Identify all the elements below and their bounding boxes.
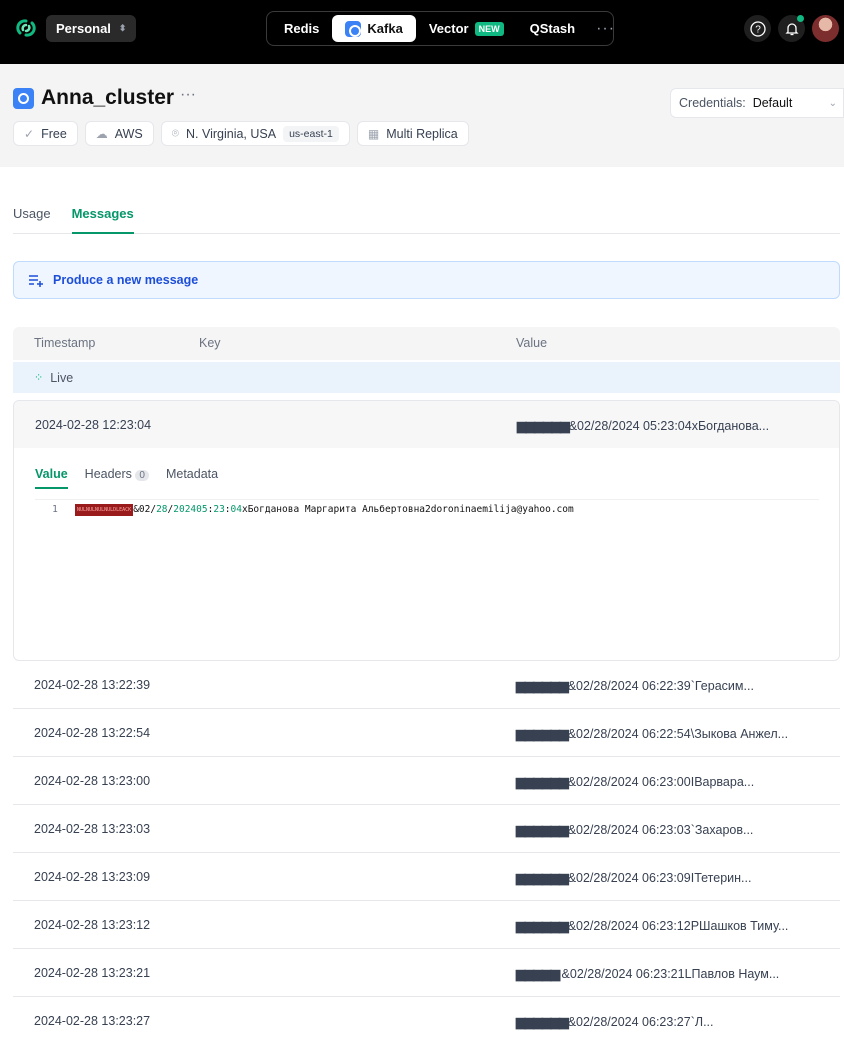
provider-chip: ☁ AWS — [84, 121, 154, 146]
table-row[interactable]: 2024-02-28 13:23:03 ▆▆▆▆▆▆&02/28/2024 06… — [13, 805, 840, 853]
live-indicator: ⁘ Live — [13, 362, 840, 393]
grid-icon: ▦ — [367, 126, 380, 141]
tab-vector[interactable]: Vector NEW — [416, 15, 517, 42]
row-value: ▆▆▆▆▆ &02/28/2024 06:23:21LПавлов Наум..… — [516, 967, 780, 981]
more-products-icon[interactable]: ··· — [588, 20, 623, 38]
row-timestamp: 2024-02-28 12:23:04 — [35, 418, 152, 432]
notification-dot — [797, 15, 804, 22]
messages-table-header: Timestamp Key Value — [13, 327, 840, 360]
subtab-metadata[interactable]: Metadata — [166, 467, 218, 489]
message-value-code: 1 NULNULNULNULDLEACK &02/28/2024 05:23:04… — [35, 499, 819, 516]
cluster-title: Anna_cluster — [41, 86, 175, 109]
row-value: ▆▆▆▆▆▆&02/28/2024 06:22:54\Зыкова Анжел.… — [516, 727, 789, 741]
expanded-message-row[interactable]: 2024-02-28 12:23:04 ▆▆▆▆▆▆&02/28/2024 05… — [13, 400, 840, 661]
list-add-icon — [29, 275, 43, 287]
row-timestamp: 2024-02-28 13:23:27 — [34, 1014, 151, 1028]
table-row[interactable]: 2024-02-28 13:23:12 ▆▆▆▆▆▆&02/28/2024 06… — [13, 901, 840, 949]
table-row[interactable]: 2024-02-28 13:23:21 ▆▆▆▆▆ &02/28/2024 06… — [13, 949, 840, 997]
row-timestamp: 2024-02-28 13:22:39 — [34, 678, 151, 692]
row-timestamp: 2024-02-28 13:22:54 — [34, 726, 151, 740]
table-row[interactable]: 2024-02-28 13:22:54 ▆▆▆▆▆▆&02/28/2024 06… — [13, 709, 840, 757]
tab-usage[interactable]: Usage — [13, 206, 51, 234]
bell-icon — [784, 22, 799, 35]
user-avatar[interactable] — [812, 15, 839, 42]
kafka-icon — [345, 20, 362, 37]
notifications-button[interactable] — [778, 15, 805, 42]
row-timestamp: 2024-02-28 13:23:00 — [34, 774, 151, 788]
row-timestamp: 2024-02-28 13:23:12 — [34, 918, 151, 932]
team-name: Personal — [56, 21, 111, 36]
team-selector[interactable]: Personal ⬍ — [46, 15, 137, 42]
plan-chip: ✓ Free — [13, 121, 78, 146]
svg-text:?: ? — [755, 24, 761, 35]
row-timestamp: 2024-02-28 13:23:03 — [34, 822, 151, 836]
top-navbar: Personal ⬍ Redis Kafka Vector NEW QStash… — [0, 0, 844, 64]
table-row[interactable]: 2024-02-28 13:23:27 ▆▆▆▆▆▆&02/28/2024 06… — [13, 997, 840, 1045]
tab-redis[interactable]: Redis — [271, 15, 332, 42]
page-tabs: Usage Messages — [13, 206, 840, 234]
cloud-icon: ☁ — [95, 126, 108, 141]
table-row[interactable]: 2024-02-28 12:23:04 ▆▆▆▆▆▆&02/28/2024 05… — [14, 401, 839, 448]
product-switcher: Redis Kafka Vector NEW QStash ··· — [266, 11, 614, 46]
row-value: ▆▆▆▆▆▆&02/28/2024 06:22:39`Герасим... — [516, 679, 754, 693]
location-chip: ⌾ N. Virginia, USA us-east-1 — [160, 121, 350, 146]
location-pin-icon: ⌾ — [171, 126, 179, 140]
help-button[interactable]: ? — [744, 15, 771, 42]
tab-messages[interactable]: Messages — [71, 206, 134, 234]
produce-message-button[interactable]: Produce a new message — [13, 261, 840, 299]
tab-qstash[interactable]: QStash — [517, 15, 589, 42]
row-timestamp: 2024-02-28 13:23:09 — [34, 870, 151, 884]
row-value: ▆▆▆▆▆▆&02/28/2024 06:23:03`Захаров... — [516, 823, 754, 837]
line-number: 1 — [52, 504, 58, 515]
table-row[interactable]: 2024-02-28 13:22:39 ▆▆▆▆▆▆&02/28/2024 06… — [13, 661, 840, 709]
table-row[interactable]: 2024-02-28 13:23:09 ▆▆▆▆▆▆&02/28/2024 06… — [13, 853, 840, 901]
cluster-more-icon[interactable]: ··· — [180, 86, 196, 104]
row-timestamp: 2024-02-28 13:23:21 — [34, 966, 151, 980]
replica-chip: ▦ Multi Replica — [356, 121, 469, 146]
chevron-down-icon: ⌄ — [828, 97, 837, 109]
column-key: Key — [199, 336, 221, 350]
row-value: ▆▆▆▆▆▆&02/28/2024 06:23:27`Л... — [516, 1015, 714, 1029]
headers-count: 0 — [135, 470, 149, 481]
message-detail-tabs: Value Headers 0 Metadata — [35, 467, 218, 489]
chevron-updown-icon: ⬍ — [118, 23, 127, 33]
column-timestamp: Timestamp — [34, 336, 96, 350]
help-icon: ? — [749, 20, 766, 37]
new-badge: NEW — [474, 21, 504, 36]
column-value: Value — [516, 336, 548, 350]
cluster-info-chips: ✓ Free ☁ AWS ⌾ N. Virginia, USA us-east-… — [13, 121, 469, 146]
subtab-value[interactable]: Value — [35, 467, 68, 489]
row-value: ▆▆▆▆▆▆&02/28/2024 05:23:04хБогданова... — [517, 419, 770, 433]
check-circle-icon: ✓ — [24, 126, 35, 141]
tab-kafka[interactable]: Kafka — [332, 15, 416, 42]
cluster-header: Anna_cluster ··· ✓ Free ☁ AWS ⌾ N. Virgi… — [0, 64, 844, 167]
region-badge: us-east-1 — [283, 125, 339, 142]
row-value: ▆▆▆▆▆▆&02/28/2024 06:23:09IТетерин... — [516, 871, 752, 885]
row-value: ▆▆▆▆▆▆&02/28/2024 06:23:00IВарвара... — [516, 775, 755, 789]
row-value: ▆▆▆▆▆▆&02/28/2024 06:23:12PШашков Тиму..… — [516, 919, 789, 933]
spinner-icon: ⁘ — [34, 372, 44, 384]
upstash-logo-icon[interactable] — [14, 16, 38, 40]
table-row[interactable]: 2024-02-28 13:23:00 ▆▆▆▆▆▆&02/28/2024 06… — [13, 757, 840, 805]
credentials-select[interactable]: Credentials: Default ⌄ — [670, 88, 844, 118]
subtab-headers[interactable]: Headers 0 — [85, 467, 149, 489]
kafka-cluster-icon — [13, 88, 34, 109]
control-chars: NULNULNULNULDLEACK — [75, 504, 134, 516]
